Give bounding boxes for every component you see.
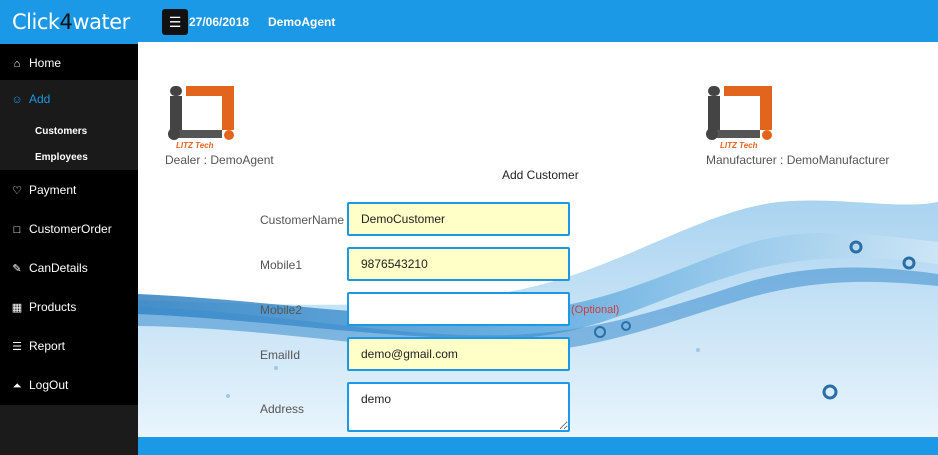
sidebar-item-report[interactable]: ☰ Report [0,327,138,365]
top-bar [0,0,938,42]
optional-note: (Optional) [571,304,620,316]
brand-four: 4 [59,10,73,34]
sidebar-item-label: LogOut [29,378,69,392]
manufacturer-caption: Manufacturer : DemoManufacturer [706,153,890,167]
sidebar-item-label: Report [29,339,66,353]
address-label: Address [260,402,305,416]
sidebar-item-logout[interactable]: ⏶ LogOut [0,366,138,404]
dealer-logo-tag: LITZ Tech [176,141,214,150]
sidebar-subitem-customers[interactable]: Customers [35,126,87,137]
grid-icon: ▦ [11,302,23,314]
pin-icon: ⏶ [12,380,22,392]
sidebar-item-products[interactable]: ▦ Products [0,288,138,326]
dealer-caption: Dealer : DemoAgent [165,153,274,167]
list-icon: ☰ [12,341,22,353]
sidebar-item-label: Add [29,92,51,106]
sidebar-item-payment[interactable]: ♡ Payment [0,171,138,209]
brand-logo[interactable]: Click4water [0,0,138,44]
brand-suffix: water [72,10,130,34]
pencil-icon: ✎ [12,263,22,275]
address-textarea[interactable]: demo [347,382,570,432]
tablet-icon: □ [13,224,21,236]
bottom-bar [138,437,938,455]
sidebar-item-label: CustomerOrder [29,222,112,236]
sidebar-item-customerorder[interactable]: □ CustomerOrder [0,210,138,248]
home-icon: ⌂ [13,58,21,70]
emailid-input[interactable] [347,337,570,371]
mobile2-label: Mobile2 [260,303,303,317]
sidebar-item-candetails[interactable]: ✎ CanDetails [0,249,138,287]
sidebar: ⌂ Home ☺ Add Customers Employees ♡ Payment … [0,44,138,455]
sidebar-item-label: Payment [29,183,77,197]
dealer-logo-icon [168,86,234,140]
manufacturer-logo-icon [706,86,772,140]
users-icon: ☺ [11,94,23,106]
hamburger-icon: ☰ [168,14,182,30]
sidebar-footer [0,405,138,455]
mobile1-label: Mobile1 [260,258,303,272]
sidebar-item-label: Products [29,300,77,314]
sidebar-item-label: CanDetails [29,261,88,275]
emailid-label: EmailId [260,348,301,362]
sidebar-item-home[interactable]: ⌂ Home [0,44,138,82]
brand-prefix: Click [12,10,60,34]
add-submenu: Customers Employees [0,118,138,170]
header-date: 27/06/2018 [189,15,250,29]
sidebar-item-add[interactable]: ☺ Add [0,80,138,118]
mobile2-input[interactable] [347,292,570,326]
customername-label: CustomerName [260,213,345,227]
menu-toggle-button[interactable]: ☰ [162,9,188,35]
sidebar-item-label: Home [29,56,62,70]
customername-input[interactable] [347,202,570,236]
header-agent: DemoAgent [268,15,336,29]
sidebar-subitem-employees[interactable]: Employees [35,152,88,163]
form-title: Add Customer [502,168,579,182]
mobile1-input[interactable] [347,247,570,281]
manufacturer-logo-tag: LITZ Tech [720,141,758,150]
heart-icon: ♡ [12,185,22,197]
